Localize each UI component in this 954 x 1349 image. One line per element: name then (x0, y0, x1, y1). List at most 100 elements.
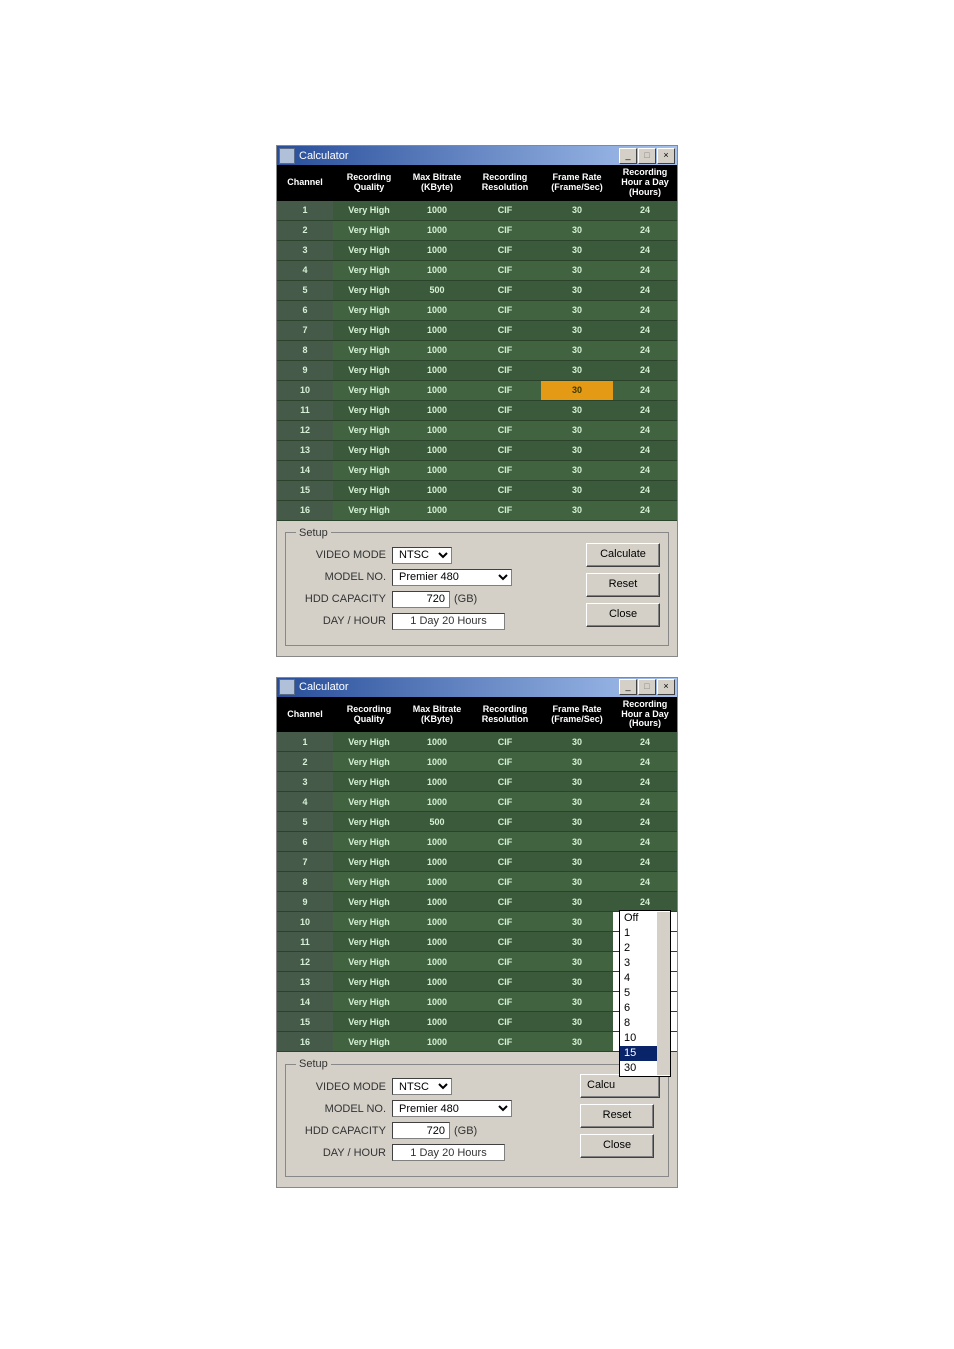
cell-bitrate[interactable]: 1000 (405, 852, 469, 872)
cell-bitrate[interactable]: 1000 (405, 872, 469, 892)
minimize-button[interactable]: _ (619, 148, 637, 164)
cell-quality[interactable]: Very High (333, 912, 405, 932)
cell-quality[interactable]: Very High (333, 340, 405, 360)
cell-framerate[interactable]: 30 (541, 240, 613, 260)
table-row[interactable]: 11Very High1000CIF3024 (277, 400, 677, 420)
cell-quality[interactable]: Very High (333, 240, 405, 260)
cell-channel[interactable]: 10 (277, 912, 333, 932)
cell-bitrate[interactable]: 1000 (405, 300, 469, 320)
cell-framerate[interactable]: 30 (541, 1012, 613, 1032)
cell-quality[interactable]: Very High (333, 812, 405, 832)
cell-resolution[interactable]: CIF (469, 460, 541, 480)
table-row[interactable]: 9Very High1000CIF3024 (277, 360, 677, 380)
cell-resolution[interactable]: CIF (469, 280, 541, 300)
cell-hours[interactable]: 24 (613, 772, 677, 792)
cell-bitrate[interactable]: 1000 (405, 500, 469, 520)
table-row[interactable]: 9Very High1000CIF3024 (277, 892, 677, 912)
cell-quality[interactable]: Very High (333, 220, 405, 240)
model-select[interactable]: Premier 480 (392, 1100, 512, 1117)
cell-quality[interactable]: Very High (333, 420, 405, 440)
cell-framerate[interactable]: 30 (541, 440, 613, 460)
cell-framerate[interactable]: 30 (541, 732, 613, 752)
table-row[interactable]: 10Very High1000CIF30Off (277, 912, 677, 932)
cell-bitrate[interactable]: 1000 (405, 440, 469, 460)
cell-resolution[interactable]: CIF (469, 300, 541, 320)
cell-resolution[interactable]: CIF (469, 480, 541, 500)
hdd-input[interactable] (392, 1122, 450, 1139)
cell-hours[interactable]: 24 (613, 852, 677, 872)
cell-quality[interactable]: Very High (333, 792, 405, 812)
cell-framerate[interactable]: 30 (541, 812, 613, 832)
cell-channel[interactable]: 1 (277, 732, 333, 752)
cell-bitrate[interactable]: 1000 (405, 201, 469, 221)
cell-hours[interactable]: 24 (613, 220, 677, 240)
cell-bitrate[interactable]: 1000 (405, 460, 469, 480)
cell-channel[interactable]: 14 (277, 460, 333, 480)
cell-hours[interactable]: 24 (613, 460, 677, 480)
cell-bitrate[interactable]: 1000 (405, 972, 469, 992)
cell-channel[interactable]: 6 (277, 832, 333, 852)
cell-bitrate[interactable]: 1000 (405, 772, 469, 792)
titlebar[interactable]: Calculator _ □ × (277, 146, 677, 165)
cell-framerate[interactable]: 30 (541, 992, 613, 1012)
cell-hours[interactable]: 24 (613, 280, 677, 300)
cell-hours[interactable]: 24 (613, 320, 677, 340)
cell-hours[interactable]: 24 (613, 300, 677, 320)
cell-resolution[interactable]: CIF (469, 972, 541, 992)
calculate-button[interactable]: Calcu (580, 1074, 660, 1098)
cell-channel[interactable]: 7 (277, 320, 333, 340)
table-row[interactable]: 16Very High1000CIF3024 (277, 500, 677, 520)
cell-hours[interactable]: 24 (613, 440, 677, 460)
table-row[interactable]: 8Very High1000CIF3024 (277, 872, 677, 892)
cell-framerate[interactable]: 30 (541, 280, 613, 300)
cell-quality[interactable]: Very High (333, 892, 405, 912)
maximize-button[interactable]: □ (638, 679, 656, 695)
cell-hours[interactable]: 24 (613, 732, 677, 752)
cell-bitrate[interactable]: 1000 (405, 932, 469, 952)
table-row[interactable]: 6Very High1000CIF3024 (277, 832, 677, 852)
cell-bitrate[interactable]: 1000 (405, 320, 469, 340)
close-button[interactable]: Close (586, 603, 660, 627)
table-row[interactable]: 6Very High1000CIF3024 (277, 300, 677, 320)
cell-hours[interactable]: 24 (613, 420, 677, 440)
cell-bitrate[interactable]: 1000 (405, 240, 469, 260)
cell-framerate[interactable]: 30 (541, 480, 613, 500)
cell-resolution[interactable]: CIF (469, 812, 541, 832)
hdd-input[interactable] (392, 591, 450, 608)
cell-channel[interactable]: 16 (277, 500, 333, 520)
maximize-button[interactable]: □ (638, 148, 656, 164)
table-row[interactable]: 2Very High1000CIF3024 (277, 220, 677, 240)
cell-quality[interactable]: Very High (333, 872, 405, 892)
cell-quality[interactable]: Very High (333, 300, 405, 320)
cell-hours[interactable]: 24 (613, 360, 677, 380)
close-button[interactable]: Close (580, 1134, 654, 1158)
cell-resolution[interactable]: CIF (469, 320, 541, 340)
cell-framerate[interactable]: 30 (541, 752, 613, 772)
close-window-button[interactable]: × (657, 679, 675, 695)
cell-resolution[interactable]: CIF (469, 1032, 541, 1052)
cell-channel[interactable]: 12 (277, 952, 333, 972)
cell-quality[interactable]: Very High (333, 832, 405, 852)
cell-quality[interactable]: Very High (333, 1012, 405, 1032)
cell-hours[interactable]: 24 (613, 380, 677, 400)
cell-channel[interactable]: 13 (277, 972, 333, 992)
cell-bitrate[interactable]: 1000 (405, 220, 469, 240)
table-row[interactable]: 15Very High1000CIF3024 (277, 480, 677, 500)
video-mode-select[interactable]: NTSC (392, 1078, 452, 1095)
cell-quality[interactable]: Very High (333, 360, 405, 380)
cell-quality[interactable]: Very High (333, 932, 405, 952)
cell-framerate[interactable]: 30 (541, 460, 613, 480)
cell-framerate[interactable]: 30 (541, 300, 613, 320)
cell-bitrate[interactable]: 1000 (405, 732, 469, 752)
cell-quality[interactable]: Very High (333, 400, 405, 420)
cell-channel[interactable]: 9 (277, 892, 333, 912)
model-select[interactable]: Premier 480 (392, 569, 512, 586)
table-row[interactable]: 4Very High1000CIF3024 (277, 792, 677, 812)
cell-resolution[interactable]: CIF (469, 852, 541, 872)
cell-resolution[interactable]: CIF (469, 912, 541, 932)
cell-bitrate[interactable]: 1000 (405, 340, 469, 360)
cell-bitrate[interactable]: 1000 (405, 1012, 469, 1032)
cell-resolution[interactable]: CIF (469, 752, 541, 772)
cell-channel[interactable]: 11 (277, 400, 333, 420)
cell-hours[interactable]: 24 (613, 752, 677, 772)
